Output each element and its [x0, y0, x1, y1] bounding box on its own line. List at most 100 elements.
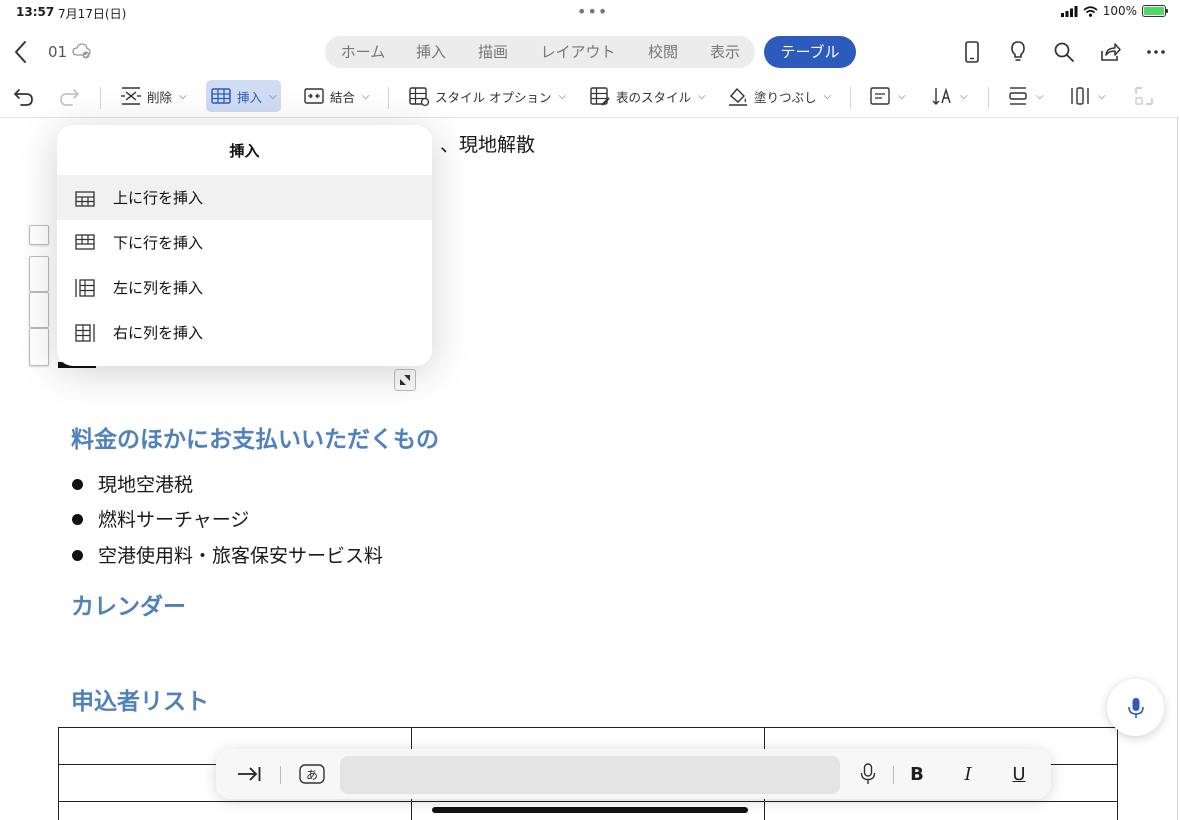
- insert-column-left-icon: [75, 278, 95, 297]
- chevron-down-icon: ⌵: [362, 90, 370, 102]
- list-item: 現地空港税: [72, 470, 193, 497]
- kana-key-label: あ: [305, 767, 318, 782]
- chevron-down-icon: ⌵: [898, 90, 906, 102]
- more-icon[interactable]: [1144, 40, 1168, 64]
- tab-key-button[interactable]: [234, 761, 264, 787]
- search-icon[interactable]: [1052, 40, 1076, 64]
- tab-review[interactable]: 校閲: [641, 36, 685, 68]
- align-text-icon: [870, 87, 890, 105]
- chevron-down-icon: ⌵: [179, 90, 187, 102]
- table-resize-handle[interactable]: [394, 369, 416, 391]
- battery-percent: 100%: [1102, 4, 1137, 18]
- tab-view[interactable]: 表示: [703, 36, 747, 68]
- home-indicator[interactable]: [432, 807, 748, 813]
- underline-button[interactable]: U: [1008, 761, 1030, 787]
- keyboard-shortcut-bar: あ B I U: [216, 749, 1051, 799]
- merge-cells-icon: [304, 88, 324, 104]
- menu-item-label: 左に列を挿入: [113, 279, 204, 297]
- row-select-handle[interactable]: [29, 328, 49, 366]
- row-select-handle[interactable]: [29, 292, 49, 328]
- insert-column-right-item[interactable]: 右に列を挿入: [57, 310, 432, 355]
- chevron-down-icon: ⌵: [823, 90, 832, 102]
- merge-button[interactable]: 結合 ⌵: [303, 80, 370, 112]
- resize-icon: [400, 375, 410, 385]
- ribbon-divider: [0, 117, 1180, 118]
- bullet-icon: [72, 513, 83, 525]
- document-text-fragment: 、現地解散: [440, 134, 536, 156]
- style-options-button[interactable]: スタイル オプション ⌵: [408, 80, 566, 112]
- column-width-button[interactable]: ⌵: [1069, 80, 1106, 112]
- undo-icon: [14, 89, 33, 106]
- redo-button[interactable]: [57, 80, 81, 112]
- menu-item-label: 右に列を挿入: [113, 324, 204, 342]
- row-select-handle[interactable]: [29, 256, 49, 292]
- shortcut-input-area[interactable]: [340, 756, 840, 794]
- table-cell[interactable]: [58, 801, 412, 820]
- heading-calendar: カレンダー: [71, 594, 186, 620]
- italic-button[interactable]: I: [957, 761, 979, 787]
- menu-item-label: 下に行を挿入: [113, 234, 204, 252]
- undo-button[interactable]: [12, 80, 36, 112]
- tab-insert[interactable]: 挿入: [409, 36, 453, 68]
- dictate-button[interactable]: [1107, 679, 1164, 736]
- microphone-icon: [860, 763, 876, 784]
- delete-rows-icon: [121, 87, 141, 105]
- table-options-icon: [409, 87, 430, 107]
- ribbon-tab-bar: ホーム 挿入 描画 レイアウト 校閲 表示: [325, 36, 755, 68]
- document-name[interactable]: 01: [48, 43, 67, 61]
- delete-button[interactable]: 削除 ⌵: [120, 80, 187, 112]
- toolbar-separator: [280, 766, 281, 784]
- table-insert-icon: [211, 88, 231, 104]
- ribbon-separator: [388, 87, 389, 109]
- tab-table[interactable]: テーブル: [764, 36, 856, 68]
- table-cell[interactable]: [764, 801, 1118, 820]
- autofit-button[interactable]: [1133, 80, 1155, 112]
- menu-title: 挿入: [229, 142, 260, 160]
- chevron-down-icon: ⌵: [1098, 90, 1106, 102]
- row-height-button[interactable]: ⌵: [1007, 80, 1044, 112]
- page-edge: [1177, 118, 1178, 820]
- tab-draw[interactable]: 描画: [471, 36, 515, 68]
- multitasking-dots-icon[interactable]: •••: [577, 2, 608, 21]
- phone-view-icon[interactable]: [960, 40, 984, 64]
- chevron-down-icon: ⌵: [558, 90, 567, 102]
- insert-row-above-icon: [75, 190, 95, 207]
- insert-row-below-item[interactable]: 下に行を挿入: [57, 220, 432, 265]
- list-item: 燃料サーチャージ: [72, 505, 249, 532]
- style-options-label: スタイル オプション: [435, 89, 552, 105]
- delete-label: 削除: [147, 89, 173, 105]
- list-item-text: 現地空港税: [98, 474, 194, 496]
- dictation-key-button[interactable]: [856, 761, 880, 787]
- toolbar-separator: [893, 766, 894, 784]
- heading-applicants: 申込者リスト: [71, 689, 209, 715]
- column-width-icon: [1071, 87, 1089, 105]
- insert-row-above-item[interactable]: 上に行を挿入: [57, 175, 432, 220]
- redo-icon: [60, 89, 79, 106]
- bullet-icon: [72, 478, 83, 490]
- back-icon[interactable]: [10, 38, 32, 66]
- table-select-handle[interactable]: [29, 225, 49, 245]
- lightbulb-icon[interactable]: [1006, 40, 1030, 64]
- bold-button[interactable]: B: [906, 761, 928, 787]
- cellular-signal-icon: [1060, 5, 1078, 17]
- cloud-saved-icon[interactable]: [72, 42, 92, 60]
- cell-alignment-button[interactable]: ⌵: [869, 80, 906, 112]
- menu-item-label: 上に行を挿入: [113, 189, 204, 207]
- tab-home[interactable]: ホーム: [333, 36, 393, 68]
- list-item: 空港使用料・旅客保安サービス料: [72, 541, 383, 568]
- table-style-button[interactable]: 表のスタイル ⌵: [589, 80, 706, 112]
- tab-layout[interactable]: レイアウト: [533, 36, 623, 68]
- share-icon[interactable]: [1098, 40, 1122, 64]
- bullet-icon: [72, 549, 83, 561]
- text-direction-icon: [932, 87, 951, 105]
- microphone-icon: [1127, 697, 1144, 718]
- text-direction-button[interactable]: ⌵: [931, 80, 968, 112]
- insert-column-left-item[interactable]: 左に列を挿入: [57, 265, 432, 310]
- paint-bucket-icon: [729, 87, 747, 106]
- kana-key-button[interactable]: あ: [298, 761, 326, 787]
- fill-button[interactable]: 塗りつぶし ⌵: [727, 80, 831, 112]
- row-height-icon: [1009, 87, 1027, 105]
- ribbon-separator: [100, 87, 101, 109]
- table-style-label: 表のスタイル: [616, 89, 692, 105]
- insert-button[interactable]: 挿入 ⌵: [206, 80, 281, 112]
